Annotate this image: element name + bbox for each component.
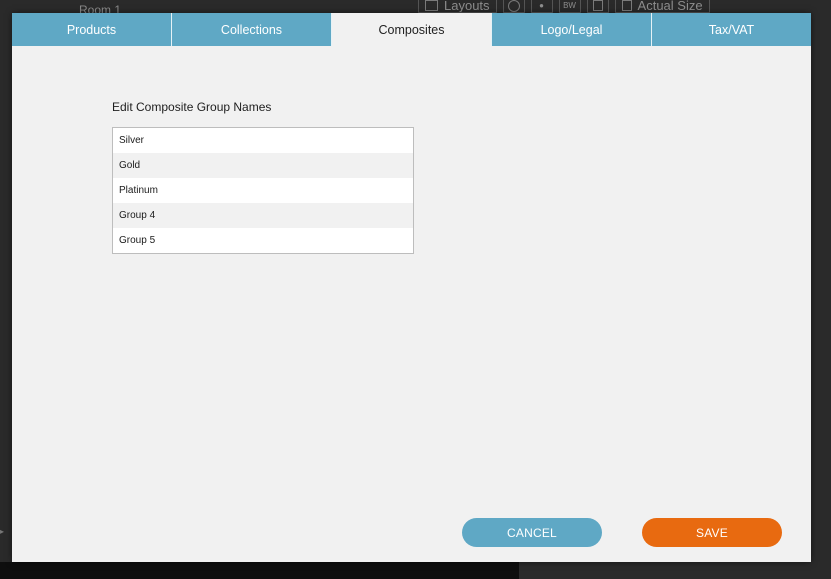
tab-bar: Products Collections Composites Logo/Leg… xyxy=(12,13,811,46)
rotate-button xyxy=(502,0,525,13)
group-name-input-5[interactable] xyxy=(119,235,413,246)
section-title: Edit Composite Group Names xyxy=(112,100,272,114)
tab-collections[interactable]: Collections xyxy=(172,13,332,46)
rotate-icon xyxy=(507,0,520,12)
tab-logo-legal[interactable]: Logo/Legal xyxy=(492,13,652,46)
compare-icon xyxy=(592,0,603,11)
tab-composites[interactable]: Composites xyxy=(332,13,492,46)
background-bottom-bar xyxy=(0,562,519,579)
group-name-row xyxy=(113,153,413,178)
cancel-button[interactable]: CANCEL xyxy=(462,518,602,547)
group-name-row xyxy=(113,178,413,203)
group-name-input-1[interactable] xyxy=(119,135,413,146)
layouts-button: Layouts xyxy=(418,0,497,13)
bw-label: BW xyxy=(563,1,576,10)
group-name-input-2[interactable] xyxy=(119,160,413,171)
bw-button: BW xyxy=(558,0,581,13)
pin-icon: ● xyxy=(539,1,544,10)
tab-tax-vat[interactable]: Tax/VAT xyxy=(652,13,811,46)
group-name-row xyxy=(113,203,413,228)
edge-marker: ▸ xyxy=(0,527,5,536)
layouts-label: Layouts xyxy=(444,0,490,13)
actual-size-button: Actual Size xyxy=(614,0,710,13)
save-button[interactable]: SAVE xyxy=(642,518,782,547)
lock-icon xyxy=(621,0,632,11)
background-toolbar: Layouts ● BW Actual Size xyxy=(418,0,710,13)
group-names-list xyxy=(112,127,414,254)
grid-icon xyxy=(425,0,438,11)
tab-products[interactable]: Products xyxy=(12,13,172,46)
pin-button: ● xyxy=(530,0,553,13)
group-name-row xyxy=(113,128,413,153)
settings-dialog: Products Collections Composites Logo/Leg… xyxy=(12,13,811,562)
actual-size-label: Actual Size xyxy=(637,0,703,13)
compare-button xyxy=(586,0,609,13)
group-name-input-3[interactable] xyxy=(119,185,413,196)
group-name-input-4[interactable] xyxy=(119,210,413,221)
group-name-row xyxy=(113,228,413,253)
